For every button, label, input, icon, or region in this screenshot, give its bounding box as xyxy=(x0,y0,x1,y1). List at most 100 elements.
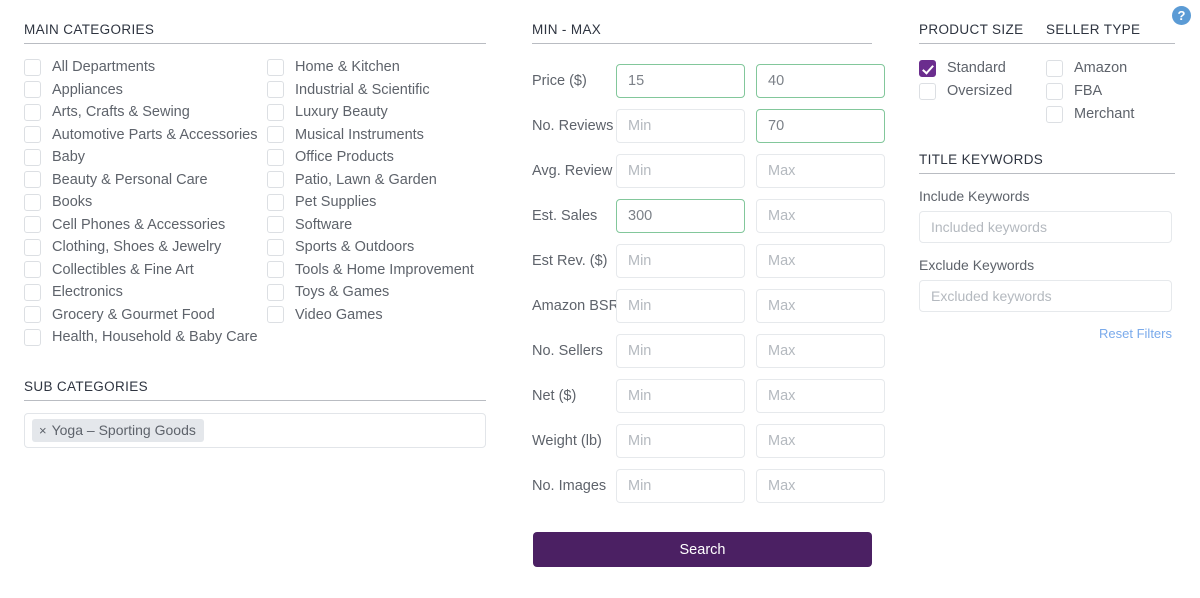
checkbox-icon[interactable] xyxy=(24,58,41,76)
main-category-row[interactable]: Arts, Crafts & Sewing xyxy=(24,101,267,124)
min-input[interactable] xyxy=(616,153,745,188)
main-category-row[interactable]: Software xyxy=(267,214,486,237)
checkbox-icon[interactable] xyxy=(267,103,284,121)
checkbox-icon[interactable] xyxy=(267,171,284,189)
max-input[interactable] xyxy=(756,108,885,143)
main-category-row[interactable]: Clothing, Shoes & Jewelry xyxy=(24,236,267,259)
main-category-row[interactable]: Electronics xyxy=(24,281,267,304)
seller-type-row[interactable]: Amazon xyxy=(1046,57,1175,80)
min-input[interactable] xyxy=(616,468,745,503)
main-category-row[interactable]: Patio, Lawn & Garden xyxy=(267,169,486,192)
seller-type-row[interactable]: Merchant xyxy=(1046,103,1175,126)
checkbox-icon[interactable] xyxy=(24,238,41,256)
min-max-row-label: Avg. Review xyxy=(532,162,613,179)
reset-filters-link[interactable]: Reset Filters xyxy=(919,326,1172,341)
max-input[interactable] xyxy=(756,153,885,188)
main-category-row[interactable]: Luxury Beauty xyxy=(267,101,486,124)
checkbox-icon[interactable] xyxy=(267,81,284,99)
min-input[interactable] xyxy=(616,378,745,413)
checkbox-icon[interactable] xyxy=(24,103,41,121)
main-category-row[interactable]: Pet Supplies xyxy=(267,191,486,214)
min-input[interactable] xyxy=(616,333,745,368)
main-category-row[interactable]: Books xyxy=(24,191,267,214)
min-max-row: No. Images xyxy=(532,463,885,508)
categories-column: MAIN CATEGORIES All Departments Appliance… xyxy=(24,22,486,448)
sub-categories-input[interactable]: × Yoga – Sporting Goods xyxy=(24,412,486,448)
min-max-row-label: Est. Sales xyxy=(532,207,598,224)
main-categories-column-1: All Departments Appliances Arts, Crafts & … xyxy=(24,56,267,349)
main-category-row[interactable]: All Departments xyxy=(24,56,267,79)
min-input[interactable] xyxy=(616,243,745,278)
checkbox-icon[interactable] xyxy=(24,216,41,234)
checkbox-icon[interactable] xyxy=(1046,83,1063,100)
main-category-row[interactable]: Cell Phones & Accessories xyxy=(24,214,267,237)
main-category-row[interactable]: Beauty & Personal Care xyxy=(24,169,267,192)
checkbox-icon[interactable] xyxy=(267,238,284,256)
max-input[interactable] xyxy=(756,198,885,233)
main-category-row[interactable]: Home & Kitchen xyxy=(267,56,486,79)
min-input[interactable] xyxy=(616,63,745,98)
checkbox-icon[interactable] xyxy=(267,126,284,144)
checkbox-icon[interactable] xyxy=(24,283,41,301)
checkbox-icon[interactable] xyxy=(1046,60,1063,77)
checkbox-icon[interactable] xyxy=(24,81,41,99)
checkbox-icon[interactable] xyxy=(919,83,936,100)
close-icon[interactable]: × xyxy=(39,423,47,438)
main-category-row[interactable]: Collectibles & Fine Art xyxy=(24,259,267,282)
max-input[interactable] xyxy=(756,63,885,98)
checkbox-icon[interactable] xyxy=(267,193,284,211)
min-max-row-label: Est Rev. ($) xyxy=(532,252,608,269)
max-input[interactable] xyxy=(756,333,885,368)
max-input[interactable] xyxy=(756,288,885,323)
exclude-keywords-input[interactable] xyxy=(919,280,1172,312)
seller-type-section: SELLER TYPE Amazon FBA Merchant xyxy=(1046,22,1175,126)
max-input[interactable] xyxy=(756,468,885,503)
main-category-row[interactable]: Sports & Outdoors xyxy=(267,236,486,259)
product-size-label: Standard xyxy=(947,60,1006,77)
checkbox-icon[interactable] xyxy=(1046,106,1063,123)
main-category-row[interactable]: Health, Household & Baby Care xyxy=(24,326,267,349)
main-category-row[interactable]: Appliances xyxy=(24,79,267,102)
min-input[interactable] xyxy=(616,423,745,458)
checkbox-icon[interactable] xyxy=(24,171,41,189)
checkbox-checked-icon[interactable] xyxy=(919,60,936,77)
checkbox-icon[interactable] xyxy=(24,193,41,211)
include-keywords-input[interactable] xyxy=(919,211,1172,243)
checkbox-icon[interactable] xyxy=(24,261,41,279)
checkbox-icon[interactable] xyxy=(24,148,41,166)
product-size-row[interactable]: Oversized xyxy=(919,80,1046,103)
min-max-row-label: Weight (lb) xyxy=(532,432,602,449)
checkbox-icon[interactable] xyxy=(267,283,284,301)
main-category-row[interactable]: Automotive Parts & Accessories xyxy=(24,124,267,147)
sub-category-chip[interactable]: × Yoga – Sporting Goods xyxy=(32,418,204,442)
main-category-row[interactable]: Video Games xyxy=(267,304,486,327)
main-category-row[interactable]: Grocery & Gourmet Food xyxy=(24,304,267,327)
min-input[interactable] xyxy=(616,198,745,233)
product-size-row[interactable]: Standard xyxy=(919,57,1046,80)
seller-type-list: Amazon FBA Merchant xyxy=(1046,57,1175,126)
main-category-row[interactable]: Tools & Home Improvement xyxy=(267,259,486,282)
checkbox-icon[interactable] xyxy=(24,306,41,324)
max-input[interactable] xyxy=(756,243,885,278)
checkbox-icon[interactable] xyxy=(267,216,284,234)
main-category-row[interactable]: Industrial & Scientific xyxy=(267,79,486,102)
search-button[interactable]: Search xyxy=(533,532,872,567)
main-category-row[interactable]: Musical Instruments xyxy=(267,124,486,147)
max-input[interactable] xyxy=(756,378,885,413)
main-category-row[interactable]: Office Products xyxy=(267,146,486,169)
checkbox-icon[interactable] xyxy=(267,148,284,166)
min-input[interactable] xyxy=(616,108,745,143)
main-category-row[interactable]: Toys & Games xyxy=(267,281,486,304)
checkbox-icon[interactable] xyxy=(24,126,41,144)
checkbox-icon[interactable] xyxy=(267,306,284,324)
max-input[interactable] xyxy=(756,423,885,458)
main-category-row[interactable]: Baby xyxy=(24,146,267,169)
checkbox-icon[interactable] xyxy=(24,328,41,346)
checkbox-icon[interactable] xyxy=(267,261,284,279)
product-size-label: Oversized xyxy=(947,83,1013,100)
seller-type-row[interactable]: FBA xyxy=(1046,80,1175,103)
min-input[interactable] xyxy=(616,288,745,323)
main-category-label: Books xyxy=(52,194,93,210)
min-max-rows: Price ($) No. Reviews Avg. Review Est. Sale… xyxy=(532,58,885,508)
checkbox-icon[interactable] xyxy=(267,58,284,76)
